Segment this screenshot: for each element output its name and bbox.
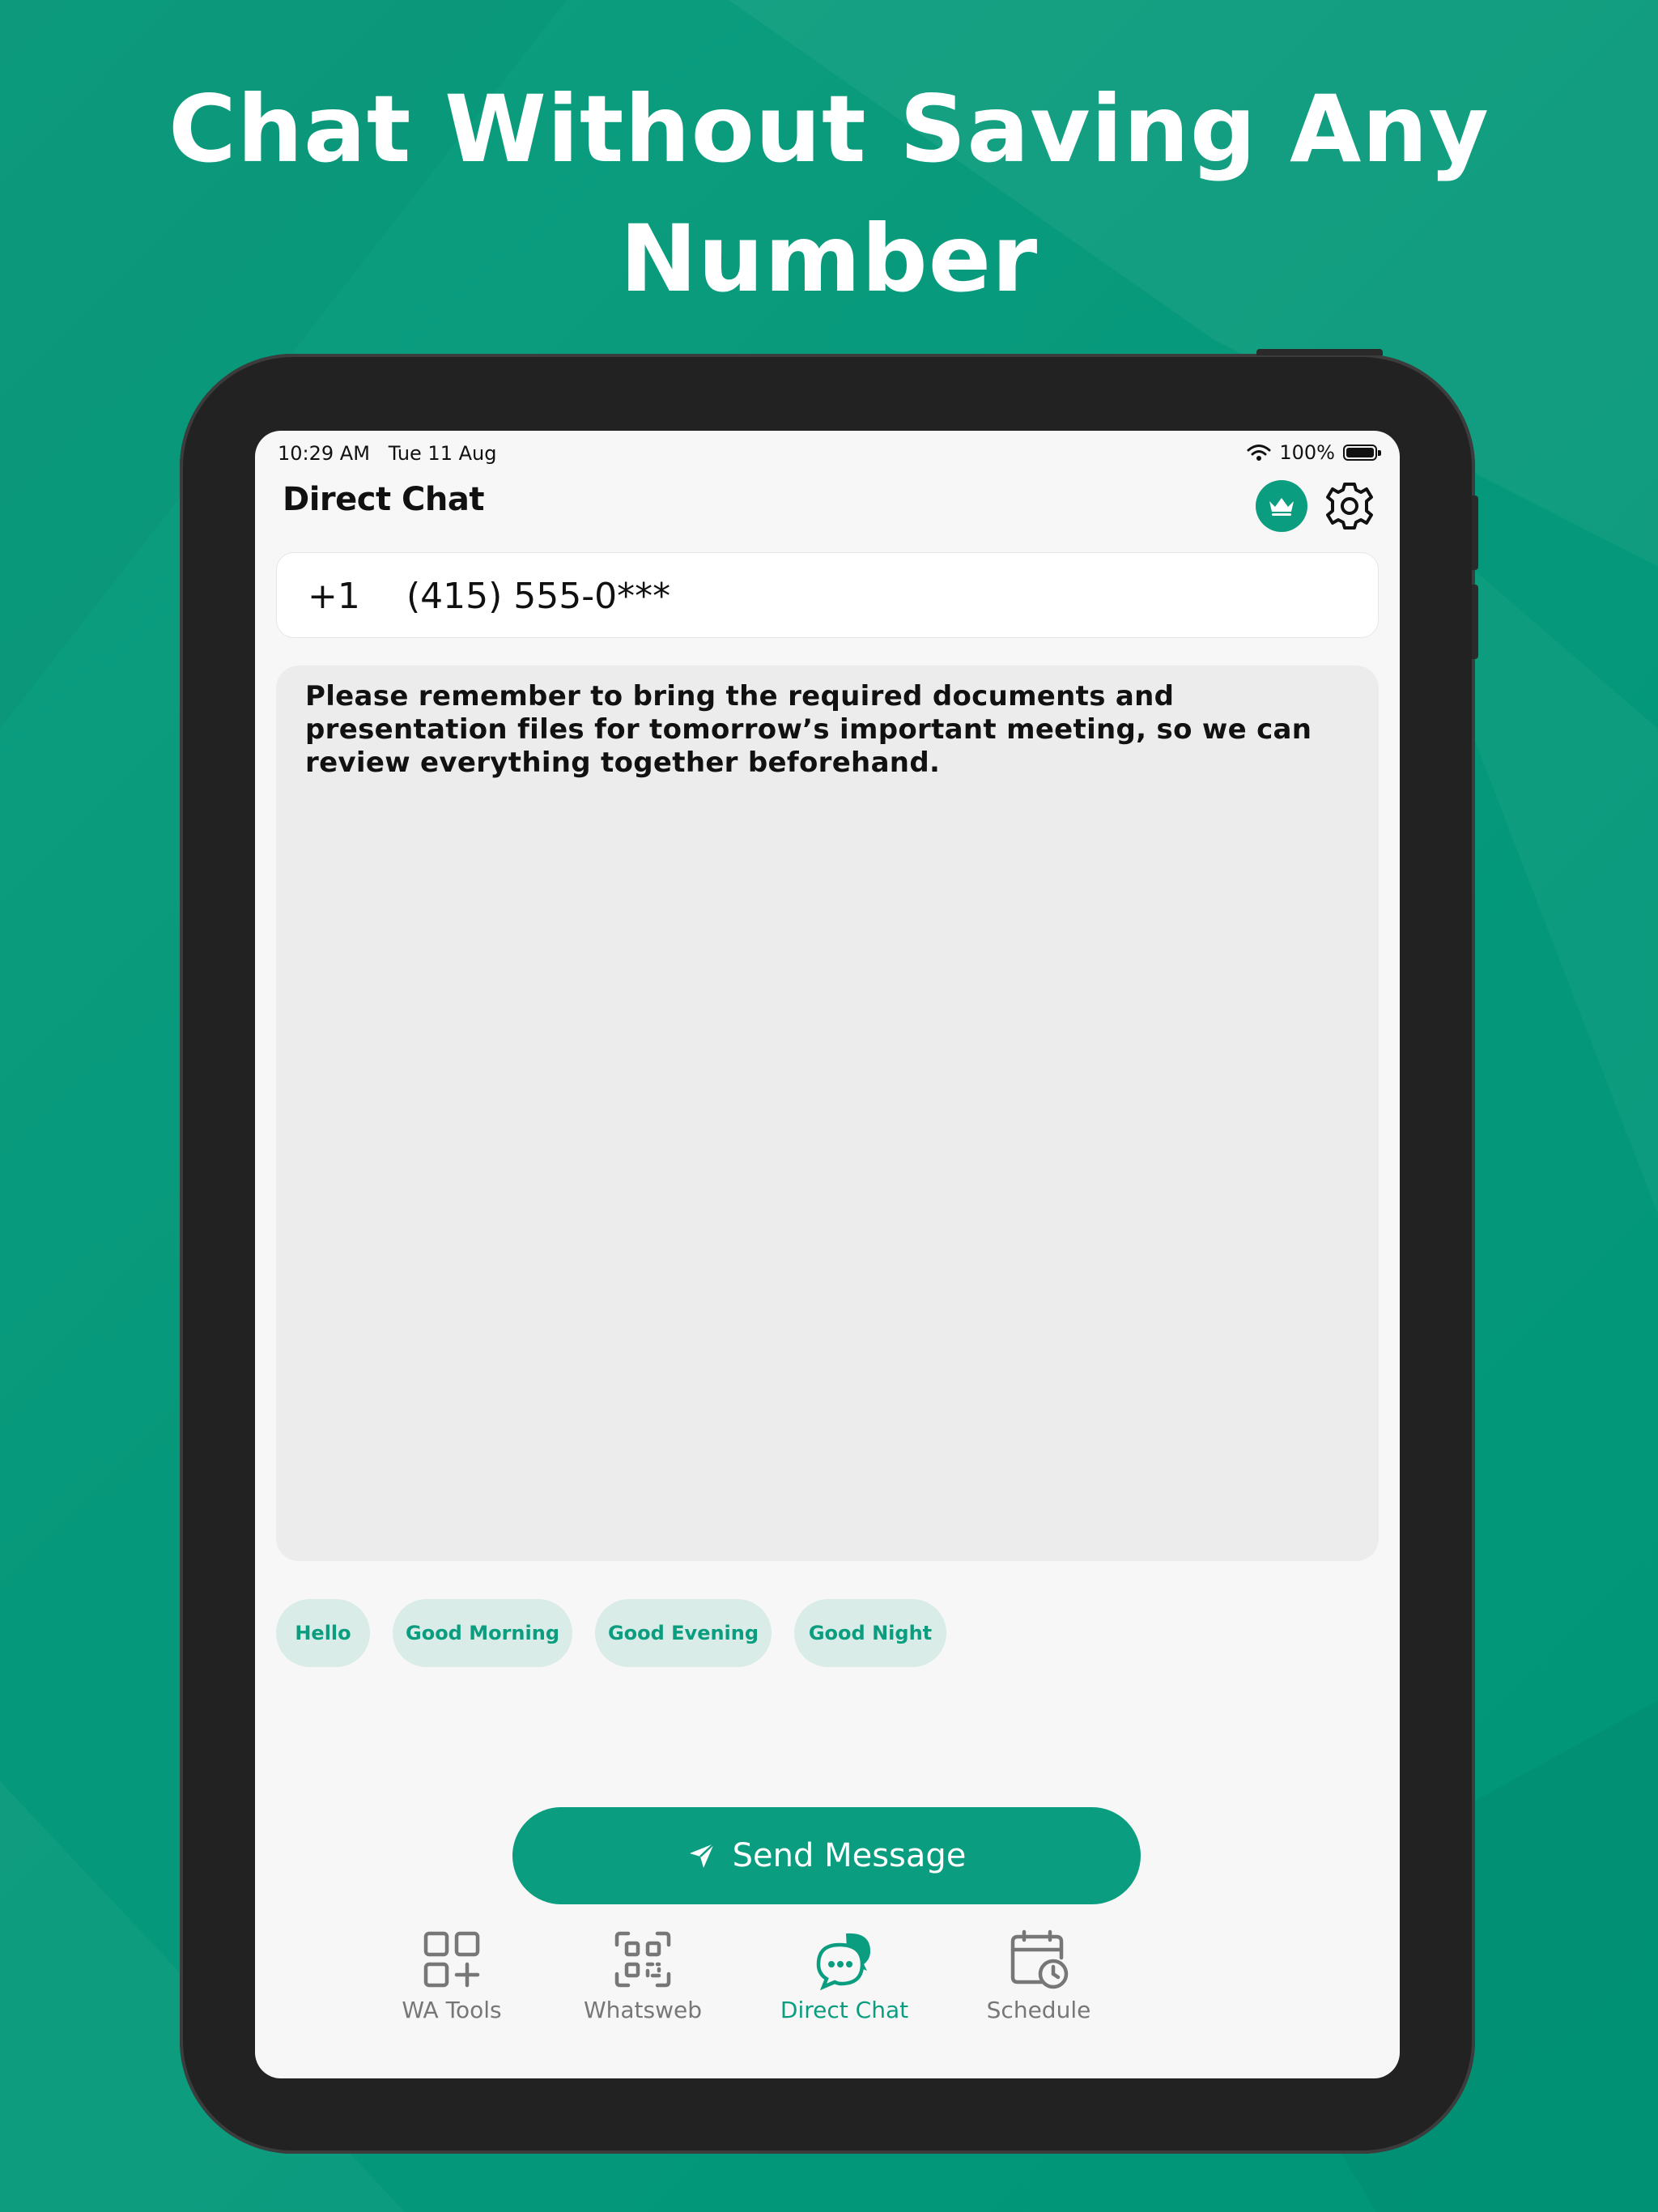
tablet-volume-down-button <box>1472 585 1478 659</box>
tab-wa-tools-label: WA Tools <box>402 1997 502 2023</box>
crown-icon <box>1269 498 1294 516</box>
battery-icon <box>1343 445 1381 461</box>
status-time: 10:29 AM Tue 11 Aug <box>278 442 497 465</box>
tab-direct-chat-label: Direct Chat <box>780 1997 909 2023</box>
tablet-volume-up-button <box>1472 496 1478 570</box>
message-text[interactable]: Please remember to bring the required do… <box>305 680 1358 780</box>
tab-wa-tools[interactable]: WA Tools <box>371 1929 533 2034</box>
country-code[interactable]: +1 <box>308 576 360 617</box>
send-message-button[interactable]: Send Message <box>512 1807 1141 1904</box>
send-message-label: Send Message <box>732 1837 967 1874</box>
qr-code-icon <box>614 1931 671 1988</box>
phone-number-input[interactable]: (415) 555-0*** <box>406 576 670 617</box>
message-textarea[interactable]: Please remember to bring the required do… <box>276 666 1379 1561</box>
tab-schedule[interactable]: Schedule <box>958 1929 1120 2034</box>
app-screen: 10:29 AM Tue 11 Aug 100% Direct Chat +1 … <box>255 431 1400 2078</box>
tablet-top-button <box>1256 349 1383 355</box>
tab-whatsweb-label: Whatsweb <box>583 1997 703 2023</box>
status-indicators: 100% <box>1247 440 1381 465</box>
calendar-clock-icon <box>1010 1929 1069 1989</box>
send-arrow-icon <box>689 1843 715 1868</box>
quick-reply-hello[interactable]: Hello <box>276 1599 370 1667</box>
gear-icon <box>1326 483 1373 530</box>
phone-number-field[interactable]: +1 (415) 555-0*** <box>276 552 1379 638</box>
wifi-icon <box>1247 445 1271 461</box>
quick-replies: Hello Good Morning Good Evening Good Nig… <box>276 1599 946 1667</box>
battery-percentage: 100% <box>1279 441 1335 464</box>
headline-line-1: Chat Without Saving Any <box>168 75 1490 183</box>
tab-schedule-label: Schedule <box>986 1997 1091 2023</box>
page-title: Direct Chat <box>283 481 484 518</box>
headline: Chat Without Saving Any Number <box>0 65 1658 324</box>
premium-button[interactable] <box>1256 480 1307 532</box>
quick-reply-good-morning[interactable]: Good Morning <box>393 1599 572 1667</box>
headline-line-2: Number <box>619 205 1039 313</box>
settings-button[interactable] <box>1322 479 1377 534</box>
status-bar: 10:29 AM Tue 11 Aug 100% <box>255 431 1400 476</box>
chat-bubbles-icon <box>816 1933 870 1990</box>
quick-reply-good-evening[interactable]: Good Evening <box>595 1599 772 1667</box>
tab-whatsweb[interactable]: Whatsweb <box>562 1929 724 2034</box>
tab-direct-chat[interactable]: Direct Chat <box>763 1929 925 2034</box>
quick-reply-good-night[interactable]: Good Night <box>794 1599 946 1667</box>
tools-grid-icon <box>423 1931 480 1988</box>
